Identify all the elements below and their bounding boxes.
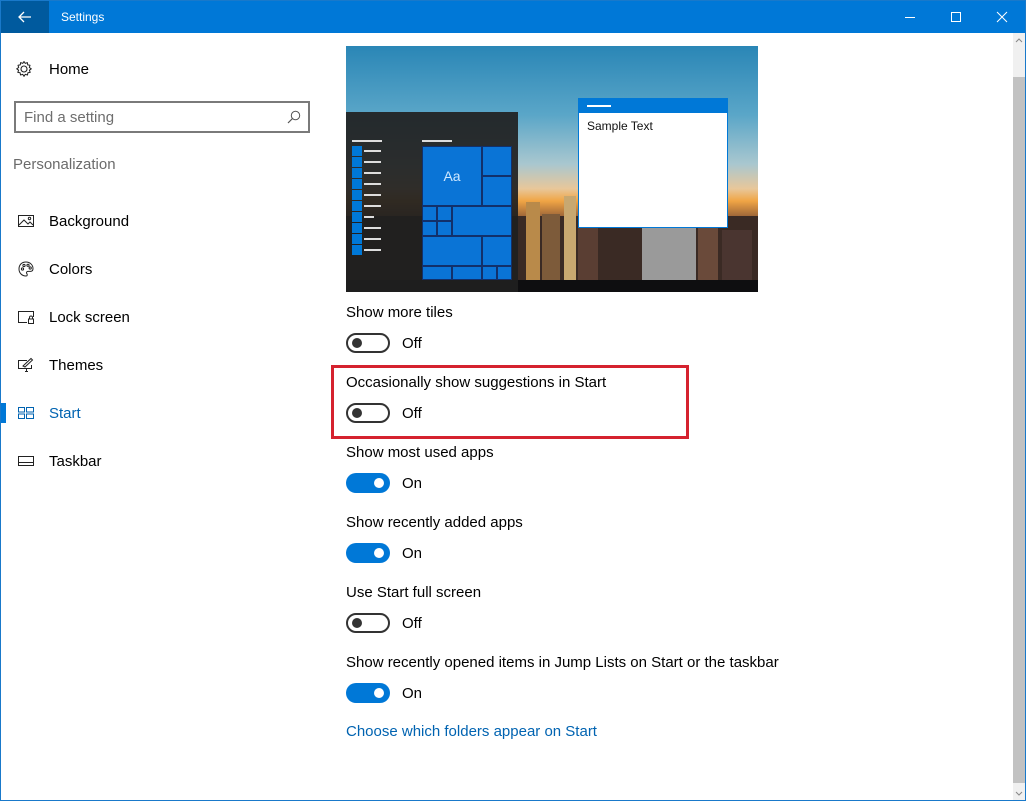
toggle-state: On bbox=[402, 684, 423, 702]
choose-folders-link[interactable]: Choose which folders appear on Start bbox=[346, 723, 597, 740]
sample-window-mockup: Sample Text bbox=[578, 98, 728, 228]
show-more-tiles-toggle[interactable] bbox=[346, 333, 390, 353]
start-menu-mockup: Aa bbox=[346, 112, 518, 292]
sidebar-item-label: Background bbox=[49, 212, 130, 230]
sample-text: Sample Text bbox=[587, 119, 653, 133]
sidebar-item-start[interactable]: Start bbox=[1, 389, 323, 437]
most-used-apps-toggle[interactable] bbox=[346, 473, 390, 493]
setting-label: Show recently added apps bbox=[346, 514, 523, 531]
start-icon bbox=[17, 404, 35, 422]
section-label: Personalization bbox=[13, 156, 116, 173]
scroll-down-button[interactable] bbox=[1013, 786, 1025, 800]
chevron-up-icon bbox=[1015, 37, 1023, 42]
home-link[interactable]: Home bbox=[15, 55, 89, 83]
setting-label: Occasionally show suggestions in Start bbox=[346, 374, 607, 391]
themes-icon bbox=[17, 356, 35, 374]
sidebar-item-themes[interactable]: Themes bbox=[1, 341, 323, 389]
sidebar-item-label: Taskbar bbox=[49, 452, 102, 470]
setting-recently-added-apps: Show recently added apps On bbox=[346, 513, 523, 563]
sidebar-item-background[interactable]: Background bbox=[1, 197, 323, 245]
maximize-button[interactable] bbox=[933, 1, 979, 33]
start-preview-image: Aa Sample Text bbox=[346, 46, 758, 292]
sidebar-item-label: Themes bbox=[49, 356, 104, 374]
title-bar: Settings bbox=[1, 1, 1025, 33]
content-pane: Aa Sample Text Show more tiles Off Occas… bbox=[323, 33, 1011, 800]
setting-most-used-apps: Show most used apps On bbox=[346, 443, 494, 493]
toggle-state: On bbox=[402, 474, 423, 492]
home-label: Home bbox=[49, 60, 90, 78]
start-full-screen-toggle[interactable] bbox=[346, 613, 390, 633]
setting-suggestions-in-start: Occasionally show suggestions in Start O… bbox=[346, 373, 606, 423]
palette-icon bbox=[17, 260, 35, 278]
toggle-state: Off bbox=[402, 404, 422, 422]
gear-icon bbox=[16, 61, 32, 77]
setting-label: Show most used apps bbox=[346, 444, 494, 461]
toggle-state: Off bbox=[402, 614, 422, 632]
setting-start-full-screen: Use Start full screen Off bbox=[346, 583, 481, 633]
maximize-icon bbox=[951, 12, 961, 22]
sidebar-item-label: Colors bbox=[49, 260, 93, 278]
lock-screen-icon bbox=[17, 308, 35, 326]
minimize-icon bbox=[905, 17, 915, 18]
toggle-state: Off bbox=[402, 334, 422, 352]
scroll-up-button[interactable] bbox=[1013, 33, 1025, 47]
setting-label: Show more tiles bbox=[346, 304, 453, 321]
sidebar-nav: Background Colors Lock screen Themes Sta… bbox=[1, 197, 323, 485]
vertical-scrollbar[interactable] bbox=[1013, 33, 1025, 800]
taskbar-icon bbox=[17, 452, 35, 470]
search-icon[interactable] bbox=[286, 109, 302, 125]
minimize-button[interactable] bbox=[887, 1, 933, 33]
search-box[interactable] bbox=[14, 101, 310, 133]
suggestions-toggle[interactable] bbox=[346, 403, 390, 423]
sidebar-item-colors[interactable]: Colors bbox=[1, 245, 323, 293]
setting-show-more-tiles: Show more tiles Off bbox=[346, 303, 453, 353]
chevron-down-icon bbox=[1015, 791, 1023, 796]
setting-jump-lists: Show recently opened items in Jump Lists… bbox=[346, 653, 779, 703]
settings-window: Settings Home Personalization bbox=[0, 0, 1026, 801]
sidebar-item-taskbar[interactable]: Taskbar bbox=[1, 437, 323, 485]
tile-aa: Aa bbox=[422, 146, 482, 206]
recently-added-apps-toggle[interactable] bbox=[346, 543, 390, 563]
setting-label: Use Start full screen bbox=[346, 584, 482, 601]
sidebar-item-lock-screen[interactable]: Lock screen bbox=[1, 293, 323, 341]
scroll-thumb[interactable] bbox=[1013, 77, 1025, 783]
search-input[interactable] bbox=[24, 103, 284, 131]
jump-lists-toggle[interactable] bbox=[346, 683, 390, 703]
sidebar: Home Personalization Background Colors bbox=[1, 33, 323, 800]
sidebar-item-label: Start bbox=[49, 404, 81, 422]
close-icon bbox=[996, 11, 1008, 23]
sidebar-item-label: Lock screen bbox=[49, 308, 130, 326]
toggle-state: On bbox=[402, 544, 423, 562]
back-button[interactable] bbox=[1, 1, 49, 33]
sample-window-titlebar bbox=[579, 99, 727, 113]
window-title: Settings bbox=[61, 10, 105, 24]
picture-icon bbox=[17, 212, 35, 230]
setting-label: Show recently opened items in Jump Lists… bbox=[346, 654, 779, 671]
back-arrow-icon bbox=[18, 11, 31, 23]
close-button[interactable] bbox=[979, 1, 1025, 33]
